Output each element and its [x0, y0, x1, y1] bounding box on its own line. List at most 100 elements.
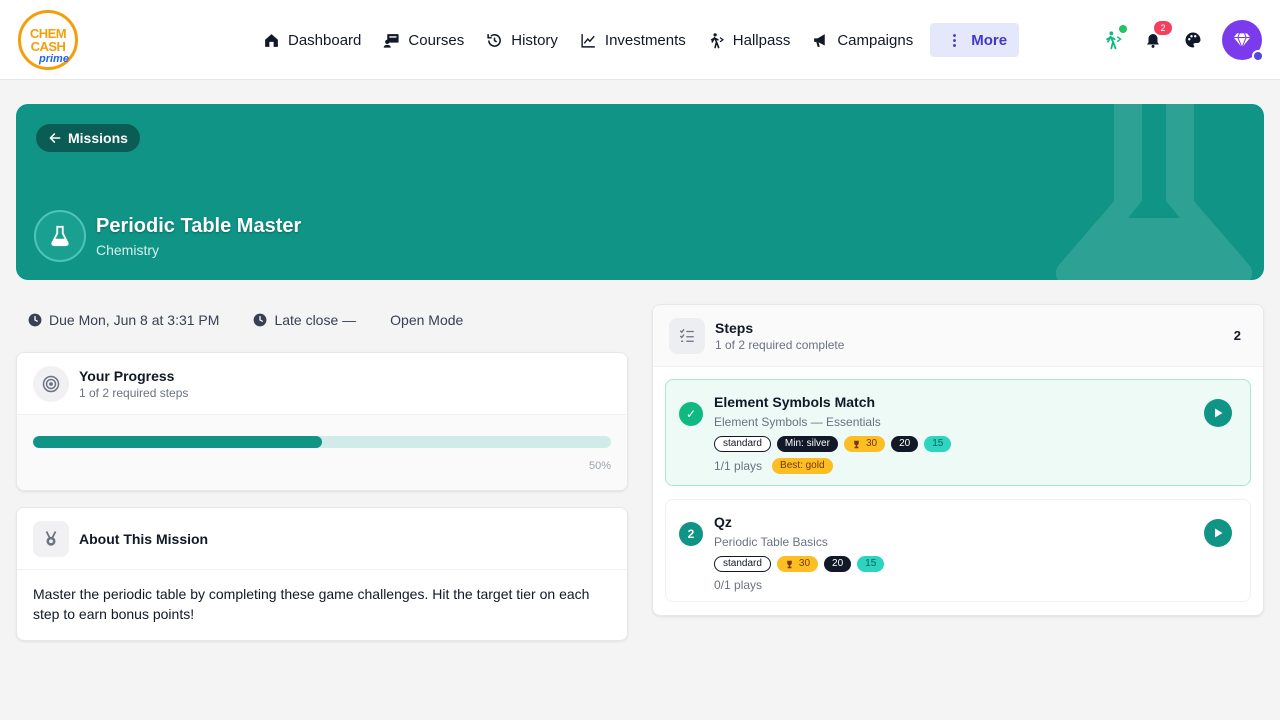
- user-avatar[interactable]: [1222, 20, 1264, 62]
- step-tags: standard Min: silver 30 20 15: [714, 436, 952, 452]
- flask-watermark-icon: [1055, 104, 1253, 280]
- points-value: 30: [798, 558, 811, 569]
- step-plays: 0/1 plays: [714, 578, 762, 592]
- steps-count: 2: [1233, 328, 1241, 343]
- nav-courses[interactable]: Courses: [374, 23, 473, 57]
- avatar-status-dot: [1252, 50, 1264, 62]
- home-icon: [265, 33, 278, 47]
- courses-icon: [384, 33, 399, 48]
- medal-icon: [33, 520, 69, 557]
- arrow-left-icon: [49, 133, 61, 143]
- stat-tag: 15: [857, 556, 885, 572]
- clock-icon: [28, 313, 42, 327]
- gem-icon: [1233, 33, 1251, 49]
- walking-icon: [1106, 31, 1122, 50]
- top-bar: CHEM CASH prime Dashboard Courses Histor…: [0, 0, 1280, 80]
- step-title: Element Symbols Match: [714, 394, 876, 410]
- best-tier-tag: Best: gold: [772, 458, 833, 474]
- trophy-icon: [854, 440, 859, 448]
- nav-history-label: History: [511, 31, 558, 49]
- late-close: Late close —: [253, 311, 356, 329]
- nav-dashboard-label: Dashboard: [288, 31, 362, 49]
- logo-line-3: prime: [39, 53, 69, 65]
- nav-hallpass-label: Hallpass: [732, 31, 791, 49]
- step-item[interactable]: 2 Qz Periodic Table Basics standard 30 2…: [665, 499, 1251, 602]
- hallpass-status-button[interactable]: [1102, 25, 1127, 51]
- mission-mode-text: Open Mode: [390, 312, 464, 328]
- mission-subject-icon: [34, 210, 86, 262]
- about-card-header: About This Mission: [17, 508, 627, 570]
- progress-title: Your Progress: [79, 367, 175, 384]
- about-description: Master the periodic table by completing …: [33, 586, 590, 622]
- step-plays: 1/1 plays Best: gold: [714, 458, 833, 474]
- back-to-missions-label: Missions: [68, 130, 128, 146]
- about-card: About This Mission Master the periodic t…: [16, 507, 628, 641]
- due-date-text: Due Mon, Jun 8 at 3:31 PM: [49, 312, 220, 328]
- chem-cash-logo[interactable]: CHEM CASH prime: [18, 10, 78, 70]
- step-subtitle: Element Symbols — Essentials: [714, 415, 881, 429]
- chart-icon: [581, 33, 595, 48]
- notification-count-badge: 2: [1154, 21, 1172, 35]
- progress-card: Your Progress 1 of 2 required steps 50%: [16, 352, 628, 491]
- nav-history[interactable]: History: [477, 23, 567, 57]
- nav-hallpass[interactable]: Hallpass: [699, 23, 800, 57]
- mission-mode: Open Mode: [390, 311, 463, 329]
- status-dot: [1119, 25, 1127, 33]
- progress-card-body: [17, 415, 627, 490]
- nav-courses-label: Courses: [408, 31, 465, 49]
- nav-investments[interactable]: Investments: [571, 23, 695, 57]
- flask-icon: [51, 225, 69, 247]
- points-tag: 30: [776, 556, 819, 572]
- progress-bar-fill: [33, 436, 322, 448]
- nav-campaigns-label: Campaigns: [837, 31, 914, 49]
- nav-more[interactable]: More: [930, 23, 1020, 57]
- play-icon: [1215, 408, 1223, 418]
- min-tier-tag: Min: silver: [776, 436, 838, 452]
- steps-card: Steps 1 of 2 required complete 2 ✓ Eleme…: [652, 304, 1264, 616]
- header-tools: 2: [1102, 20, 1264, 62]
- mission-title: Periodic Table Master: [96, 215, 302, 237]
- play-step-button[interactable]: [1204, 399, 1232, 427]
- step-number: 2: [679, 522, 703, 546]
- nav-more-label: More: [971, 31, 1008, 49]
- notifications-button[interactable]: 2: [1142, 21, 1172, 51]
- steps-title: Steps: [715, 319, 754, 336]
- mission-subject: Chemistry: [96, 242, 160, 258]
- nav-dashboard[interactable]: Dashboard: [254, 23, 370, 57]
- plays-count: 0/1 plays: [714, 578, 763, 592]
- step-item[interactable]: ✓ Element Symbols Match Element Symbols …: [665, 379, 1251, 486]
- logo-line-2: CASH: [30, 39, 66, 54]
- mode-tag: standard: [714, 556, 771, 572]
- theme-button[interactable]: [1182, 29, 1204, 51]
- nav-investments-label: Investments: [604, 31, 686, 49]
- late-close-text: Late close —: [274, 312, 357, 328]
- play-step-button[interactable]: [1204, 519, 1232, 547]
- steps-subtitle: 1 of 2 required complete: [715, 337, 845, 352]
- trophy-icon: [787, 560, 792, 568]
- checklist-icon: [669, 317, 705, 354]
- play-icon: [1215, 528, 1223, 538]
- points-value: 30: [865, 438, 878, 449]
- step-subtitle: Periodic Table Basics: [714, 535, 828, 549]
- mission-meta: Due Mon, Jun 8 at 3:31 PM Late close — O…: [28, 311, 463, 329]
- step-tags: standard 30 20 15: [714, 556, 885, 572]
- step-complete-check-icon: ✓: [679, 402, 703, 426]
- progress-percent: 50%: [588, 460, 611, 472]
- nav-campaigns[interactable]: Campaigns: [803, 23, 922, 57]
- stat-tag: 15: [924, 436, 952, 452]
- progress-bar: [33, 436, 611, 448]
- due-date: Due Mon, Jun 8 at 3:31 PM: [28, 311, 219, 329]
- history-icon: [487, 33, 502, 47]
- points-tag: 30: [843, 436, 886, 452]
- stat-tag: 20: [824, 556, 852, 572]
- plays-count: 1/1 plays: [714, 459, 763, 473]
- back-to-missions-button[interactable]: Missions: [36, 124, 140, 152]
- progress-subtitle: 1 of 2 required steps: [79, 385, 189, 400]
- walking-icon: [710, 32, 724, 48]
- megaphone-icon: [814, 33, 826, 47]
- main-nav: Dashboard Courses History Investments Ha…: [254, 23, 1020, 57]
- mode-tag: standard: [714, 436, 771, 452]
- steps-card-header: Steps 1 of 2 required complete 2: [653, 305, 1263, 367]
- more-vertical-icon: [953, 33, 957, 47]
- step-title: Qz: [714, 514, 732, 530]
